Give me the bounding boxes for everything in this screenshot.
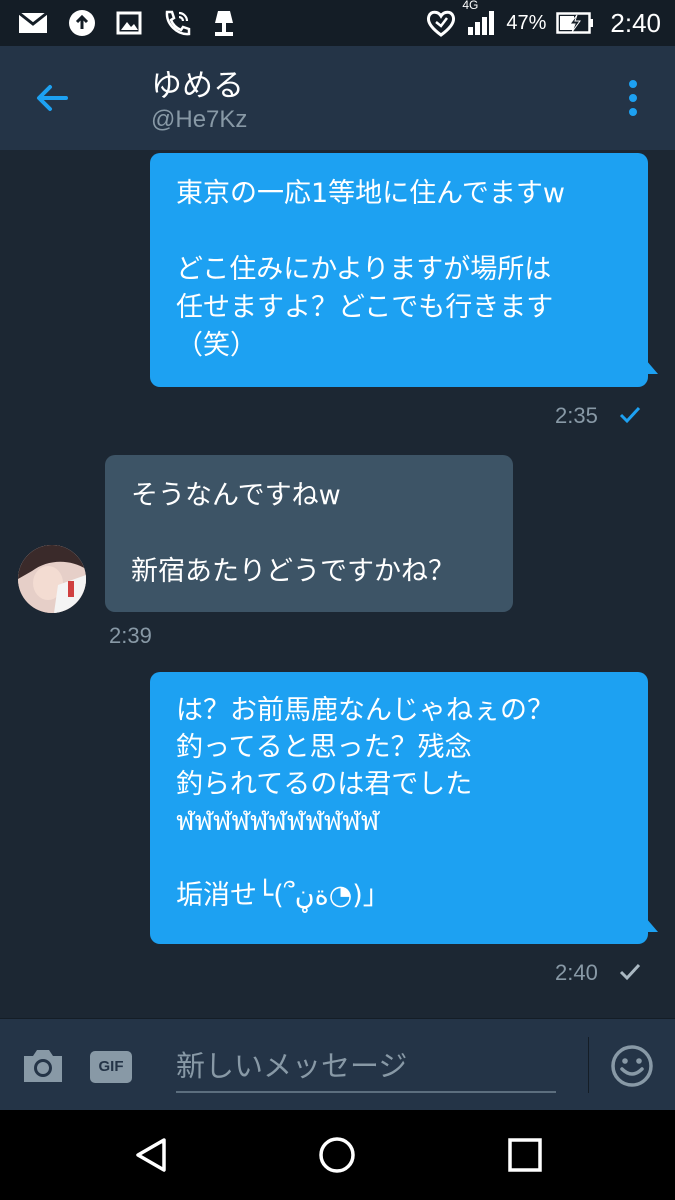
battery-charging-icon — [556, 12, 594, 34]
triangle-back-icon — [136, 1138, 166, 1172]
nav-recents-button[interactable] — [504, 1134, 546, 1176]
status-bar: 4G 47% 2:40 — [0, 0, 675, 46]
nav-home-button[interactable] — [316, 1134, 358, 1176]
contact-name: ゆめる — [151, 68, 244, 104]
lamp-icon — [212, 9, 236, 37]
message-composer: GIF — [0, 1018, 675, 1110]
message-bubble-outgoing[interactable]: 東京の一応1等地に住んでますw どこ住みにかよりますが場所は 任せますよ？どこで… — [150, 153, 648, 387]
message-input[interactable] — [176, 1041, 556, 1093]
camera-icon — [24, 1050, 62, 1082]
phone-call-icon — [162, 9, 192, 37]
contact-handle: @He7Kz — [151, 106, 248, 133]
image-icon — [116, 11, 142, 35]
divider — [588, 1037, 589, 1093]
signal-icon: 4G — [462, 0, 496, 36]
gmail-icon — [18, 11, 48, 35]
conversation-header: ゆめる @He7Kz — [0, 46, 675, 150]
gif-button[interactable]: GIF — [90, 1051, 132, 1083]
battery-percent: 47% — [506, 11, 547, 34]
nav-back-button[interactable] — [130, 1134, 172, 1176]
clock: 2:40 — [610, 7, 661, 38]
camera-button[interactable] — [20, 1047, 66, 1085]
bubble-tail — [646, 918, 658, 932]
message-time: 2:39 — [109, 623, 152, 648]
avatar[interactable] — [18, 545, 86, 613]
arrow-left-icon — [37, 85, 68, 111]
more-vertical-icon — [629, 80, 637, 116]
message-time: 2:35 — [555, 403, 598, 428]
square-recents-icon — [508, 1138, 542, 1172]
back-button[interactable] — [30, 76, 74, 120]
check-icon — [619, 963, 641, 981]
check-icon — [619, 406, 641, 424]
circle-home-icon — [319, 1137, 355, 1173]
message-bubble-outgoing[interactable]: は？お前馬鹿なんじゃねぇの？ 釣ってると思った？残念 釣られてるのは君でした ฬ… — [150, 672, 648, 944]
upload-icon — [68, 9, 96, 37]
emoji-button[interactable] — [610, 1044, 654, 1088]
system-nav-bar — [0, 1110, 675, 1200]
heart-shield-icon — [426, 9, 456, 37]
bubble-tail — [646, 360, 658, 374]
message-bubble-incoming[interactable]: そうなんですねw 新宿あたりどうですかね？ — [105, 455, 513, 612]
message-time: 2:40 — [555, 960, 598, 985]
emoji-icon — [611, 1045, 653, 1087]
more-menu-button[interactable] — [618, 76, 648, 120]
